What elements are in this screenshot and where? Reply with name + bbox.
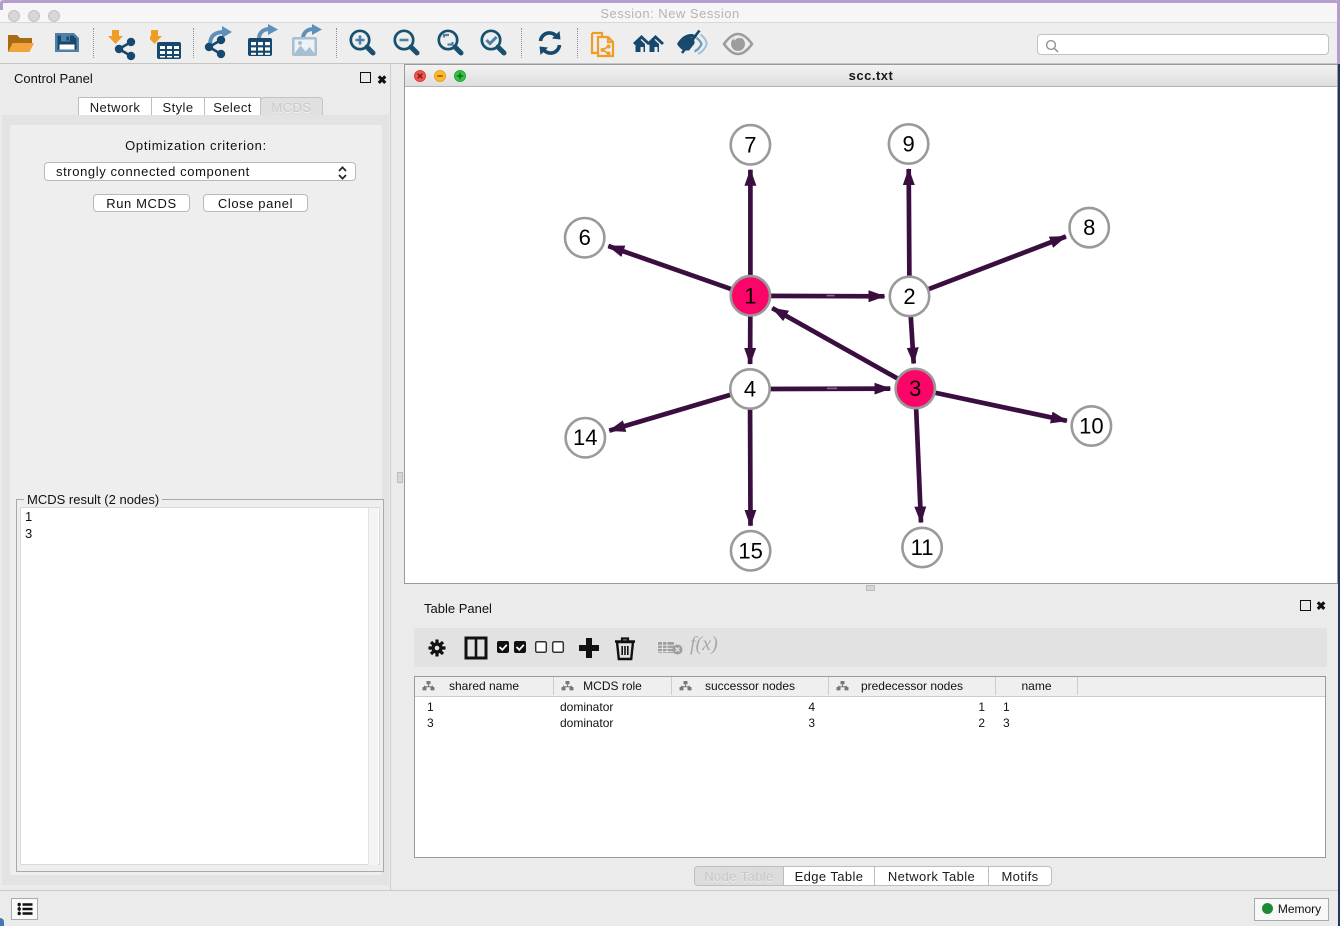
svg-text:2: 2 xyxy=(903,284,915,309)
svg-text:7: 7 xyxy=(744,132,756,157)
svg-text:4: 4 xyxy=(744,377,756,402)
svg-text:10: 10 xyxy=(1079,414,1103,439)
svg-text:3: 3 xyxy=(909,376,921,401)
svg-text:8: 8 xyxy=(1083,215,1095,240)
svg-text:1: 1 xyxy=(744,283,756,308)
svg-text:11: 11 xyxy=(911,535,934,560)
svg-text:14: 14 xyxy=(573,425,597,450)
svg-text:9: 9 xyxy=(902,132,914,157)
svg-text:15: 15 xyxy=(738,538,762,563)
svg-text:6: 6 xyxy=(579,225,591,250)
